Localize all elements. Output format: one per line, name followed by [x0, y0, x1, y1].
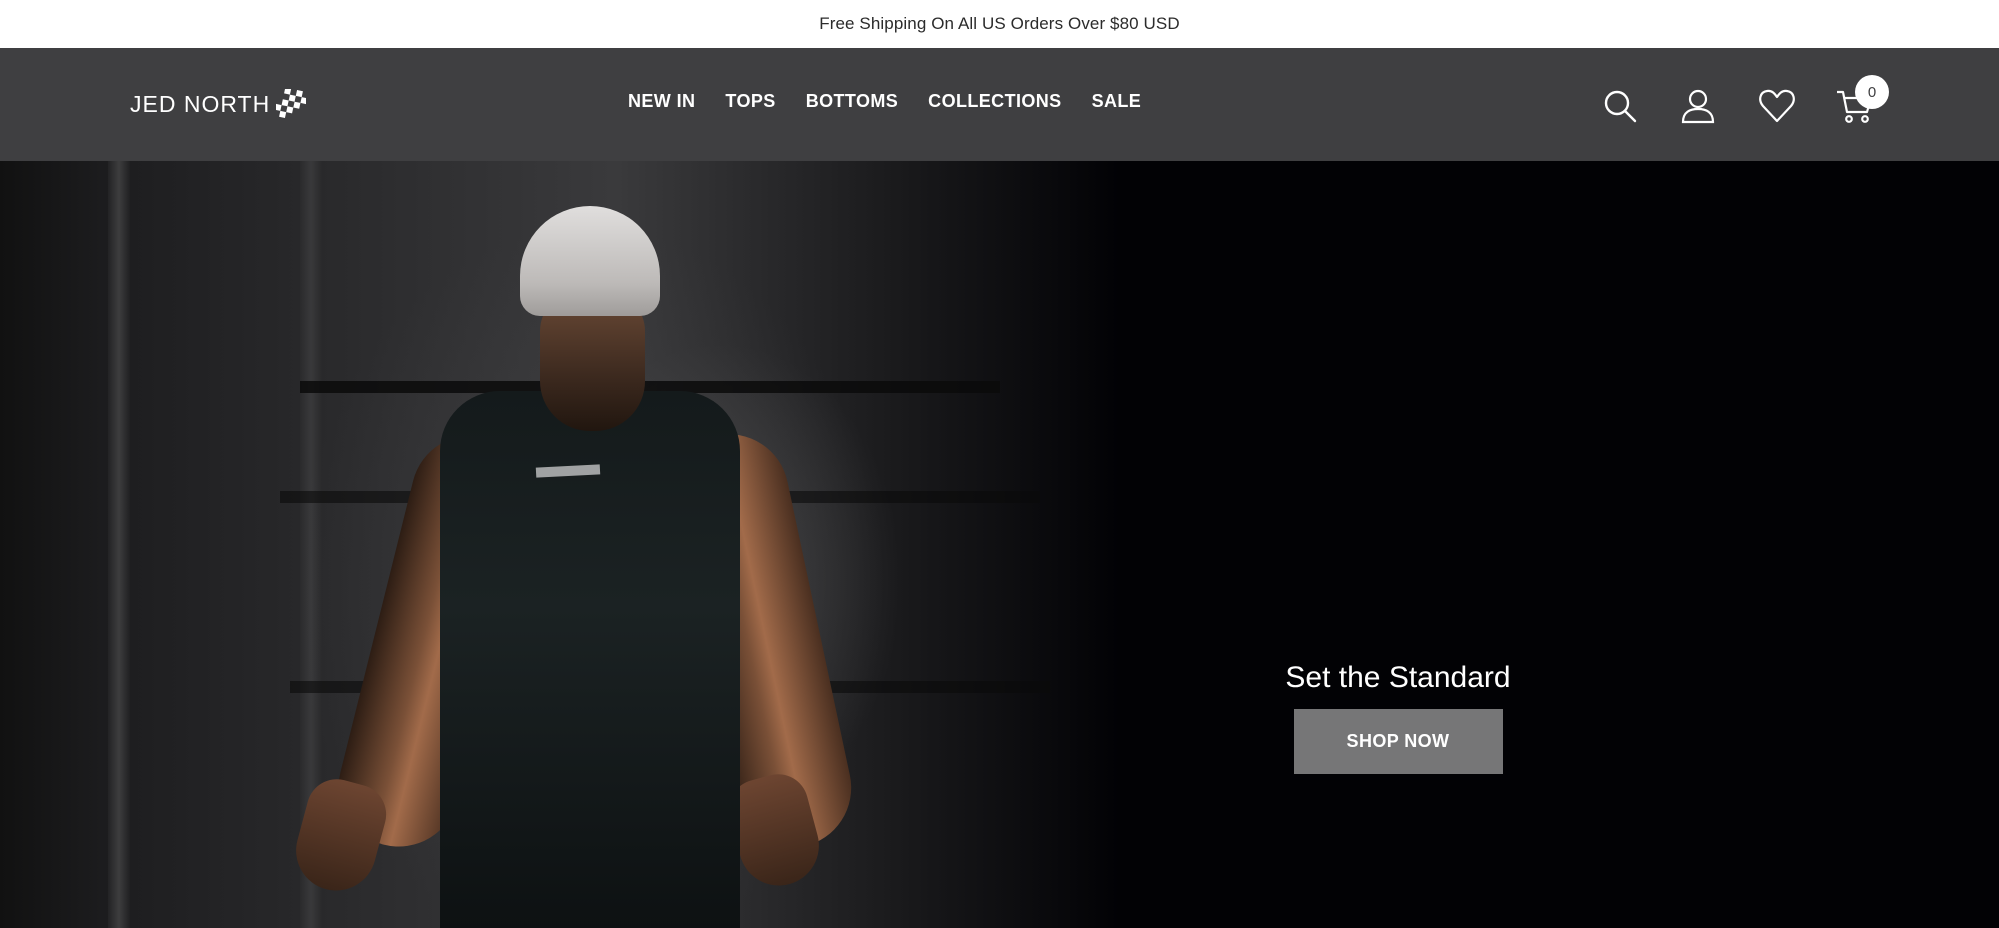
account-icon[interactable] [1678, 86, 1718, 126]
nav-new-in[interactable]: NEW IN [628, 91, 695, 112]
nav-sale[interactable]: SALE [1092, 91, 1142, 112]
announcement-text: Free Shipping On All US Orders Over $80 … [819, 14, 1180, 33]
hero-title: Set the Standard [1285, 661, 1511, 694]
nav-tops[interactable]: TOPS [725, 91, 775, 112]
logo[interactable]: JED NORTH [130, 86, 307, 122]
announcement-bar: Free Shipping On All US Orders Over $80 … [0, 0, 1999, 48]
search-icon[interactable] [1600, 86, 1640, 126]
logo-checker-icon [276, 89, 307, 119]
main-nav: NEW IN TOPS BOTTOMS COLLECTIONS SALE [628, 91, 1141, 112]
nav-bottoms[interactable]: BOTTOMS [806, 91, 898, 112]
wishlist-heart-icon[interactable] [1757, 86, 1797, 126]
cart-count-badge: 0 [1855, 75, 1889, 109]
logo-text: JED NORTH [130, 90, 271, 117]
hero-image [0, 161, 1120, 928]
hero-content: Set the Standard SHOP NOW [1285, 661, 1511, 774]
shop-now-button[interactable]: SHOP NOW [1293, 709, 1503, 774]
nav-collections[interactable]: COLLECTIONS [928, 91, 1061, 112]
hero-banner: Set the Standard SHOP NOW [0, 161, 1999, 928]
